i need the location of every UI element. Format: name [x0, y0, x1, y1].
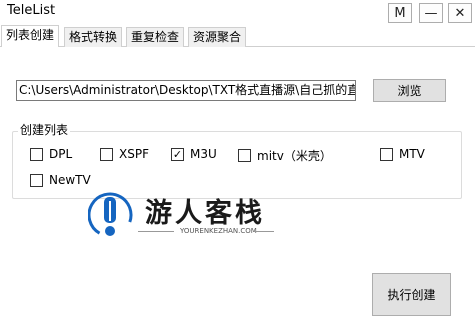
path-input[interactable]: C:\Users\Administrator\Desktop\TXT格式直播源\… — [16, 80, 356, 101]
checkbox-m3u[interactable]: ✓ M3U — [171, 147, 217, 161]
checkbox-xspf[interactable]: XSPF — [100, 147, 149, 161]
checkbox-dpl[interactable]: DPL — [30, 147, 72, 161]
watermark-line-right — [254, 231, 274, 232]
tab-list-create[interactable]: 列表创建 — [1, 25, 60, 48]
checkbox-label: XSPF — [119, 147, 149, 161]
checkbox-box[interactable] — [238, 149, 251, 162]
tab-format-convert[interactable]: 格式转换 — [64, 27, 123, 47]
checkbox-label: DPL — [49, 147, 73, 161]
checkbox-mtv[interactable]: MTV — [380, 147, 425, 161]
checkbox-label: mitv（米壳） — [257, 149, 332, 163]
checkbox-label: MTV — [399, 147, 425, 161]
mode-button[interactable]: M — [388, 3, 412, 23]
checkmark-icon: ✓ — [172, 147, 183, 161]
create-list-title: 创建列表 — [18, 121, 71, 138]
checkbox-newtv[interactable]: NewTV — [30, 173, 91, 187]
tab-duplicate-check[interactable]: 重复检查 — [126, 27, 185, 47]
logo-emblem-icon — [88, 192, 133, 238]
watermark-line-left — [138, 231, 174, 232]
watermark-logo: 游人客栈 YOURENKEZHAN.COM — [88, 187, 288, 242]
checkbox-box[interactable]: ✓ — [171, 147, 184, 161]
checkbox-mitv[interactable]: mitv（米壳） — [238, 147, 332, 164]
checkbox-label: NewTV — [49, 173, 91, 187]
checkbox-box[interactable] — [100, 147, 113, 161]
checkbox-label: M3U — [190, 147, 217, 161]
close-button[interactable]: ✕ — [448, 3, 472, 23]
execute-create-button[interactable]: 执行创建 — [372, 273, 451, 316]
checkbox-box[interactable] — [380, 147, 393, 161]
minimize-button[interactable]: — — [419, 3, 443, 23]
title-bar: TeleList M — ✕ — [0, 0, 475, 24]
tab-resource-aggregate[interactable]: 资源聚合 — [188, 27, 247, 47]
checkbox-box[interactable] — [30, 147, 43, 161]
checkbox-box[interactable] — [30, 173, 43, 187]
browse-button[interactable]: 浏览 — [373, 79, 446, 102]
watermark-name: 游人客栈 — [145, 198, 265, 229]
watermark-url: YOURENKEZHAN.COM — [180, 227, 257, 235]
window-title: TeleList — [7, 3, 56, 18]
